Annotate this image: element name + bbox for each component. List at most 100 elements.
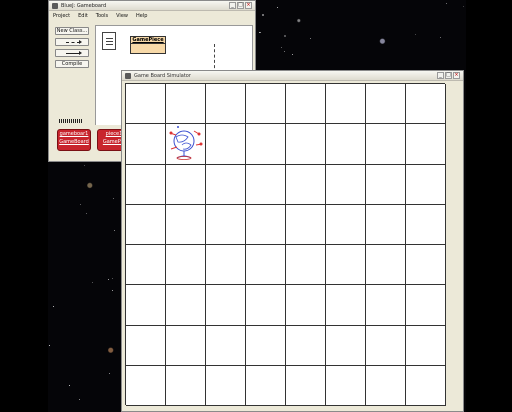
bluej-toolbar: New Class... Compile	[55, 27, 89, 71]
board-cell[interactable]	[126, 84, 166, 125]
board-cell[interactable]	[166, 285, 206, 326]
board-cell[interactable]	[246, 124, 286, 165]
board-cell[interactable]	[286, 325, 326, 366]
maximize-icon[interactable]: □	[237, 2, 244, 9]
board-cell[interactable]	[406, 285, 446, 326]
board-cell[interactable]	[406, 164, 446, 205]
uses-arrow-button[interactable]	[55, 38, 89, 46]
board-cell[interactable]	[126, 285, 166, 326]
board-cell[interactable]	[286, 365, 326, 406]
board-cell[interactable]	[246, 245, 286, 286]
board-cell[interactable]	[246, 84, 286, 125]
board-cell[interactable]	[366, 325, 406, 366]
board-cell[interactable]	[406, 325, 446, 366]
close-icon[interactable]: ×	[245, 2, 252, 9]
minimize-icon[interactable]: _	[229, 2, 236, 9]
readme-icon[interactable]	[102, 32, 116, 50]
board-cell[interactable]	[366, 365, 406, 406]
board-cell[interactable]	[126, 245, 166, 286]
board-cell[interactable]	[326, 245, 366, 286]
board-cell[interactable]	[326, 124, 366, 165]
object-type: GameBoard	[59, 139, 89, 145]
board-cell[interactable]	[206, 365, 246, 406]
board-cell[interactable]	[126, 124, 166, 165]
gameboard-window-controls: _ □ ×	[437, 72, 460, 79]
board-cell[interactable]	[246, 204, 286, 245]
maximize-icon[interactable]: □	[445, 72, 452, 79]
board-cell[interactable]	[126, 365, 166, 406]
board-cell[interactable]	[206, 84, 246, 125]
board-cell[interactable]	[206, 204, 246, 245]
gameboard-title: Game Board Simulator	[134, 72, 191, 79]
board-cell[interactable]	[406, 124, 446, 165]
bluej-menubar: Project Edit Tools View Help	[49, 11, 255, 20]
board-cell[interactable]	[166, 84, 206, 125]
board-cell[interactable]	[126, 164, 166, 205]
star	[112, 277, 114, 279]
board-cell[interactable]	[286, 204, 326, 245]
close-icon[interactable]: ×	[453, 72, 460, 79]
board-cell[interactable]	[366, 204, 406, 245]
menu-help[interactable]: Help	[136, 13, 147, 19]
star	[310, 37, 312, 39]
board-cell[interactable]	[326, 164, 366, 205]
menu-edit[interactable]: Edit	[78, 13, 88, 19]
board-cell[interactable]	[286, 84, 326, 125]
menu-project[interactable]: Project	[53, 13, 70, 19]
board-cell[interactable]	[286, 245, 326, 286]
star	[283, 50, 285, 52]
board-cell[interactable]	[366, 84, 406, 125]
board-cell[interactable]	[246, 325, 286, 366]
java-logo-icon	[125, 72, 131, 79]
board-cell[interactable]	[206, 325, 246, 366]
board-cell[interactable]	[326, 285, 366, 326]
class-name: GamePiece	[131, 37, 165, 44]
board-cell[interactable]	[366, 164, 406, 205]
board-cell[interactable]	[406, 365, 446, 406]
board-cell[interactable]	[366, 245, 406, 286]
globe-icon[interactable]	[168, 125, 204, 163]
star	[49, 345, 51, 347]
star	[262, 14, 264, 17]
board-cell[interactable]	[366, 124, 406, 165]
board-cell[interactable]	[166, 204, 206, 245]
menu-view[interactable]: View	[116, 13, 128, 19]
board-cell[interactable]	[246, 365, 286, 406]
board-cell[interactable]	[246, 164, 286, 205]
board-cell[interactable]	[406, 245, 446, 286]
board-cell[interactable]	[166, 365, 206, 406]
board-cell[interactable]	[326, 204, 366, 245]
board-cell[interactable]	[206, 245, 246, 286]
inherits-arrow-button[interactable]	[55, 49, 89, 57]
compile-button[interactable]: Compile	[55, 60, 89, 68]
board-cell[interactable]	[366, 285, 406, 326]
object-gameboard[interactable]: gameboar1 GameBoard	[57, 129, 91, 151]
board-cell[interactable]	[406, 84, 446, 125]
board-cell[interactable]	[126, 204, 166, 245]
gameboard-titlebar[interactable]: Game Board Simulator _ □ ×	[122, 71, 463, 81]
star	[281, 47, 283, 49]
bluej-window-controls: _ □ ×	[229, 2, 252, 9]
board-cell[interactable]	[206, 164, 246, 205]
board-cell[interactable]	[206, 124, 246, 165]
board-cell[interactable]	[126, 325, 166, 366]
board-cell[interactable]	[286, 285, 326, 326]
object-bench-divider[interactable]	[59, 119, 83, 123]
minimize-icon[interactable]: _	[437, 72, 444, 79]
class-box-gamepiece[interactable]: GamePiece	[130, 36, 166, 54]
bluej-titlebar[interactable]: BlueJ: Gameboard _ □ ×	[49, 1, 255, 11]
board-cell[interactable]	[406, 204, 446, 245]
board-cell[interactable]	[286, 124, 326, 165]
board-cell[interactable]	[166, 325, 206, 366]
board-cell[interactable]	[206, 285, 246, 326]
board-cell[interactable]	[326, 365, 366, 406]
menu-tools[interactable]: Tools	[96, 13, 108, 19]
star	[291, 54, 293, 56]
board-cell[interactable]	[246, 285, 286, 326]
board-cell[interactable]	[166, 245, 206, 286]
board-cell[interactable]	[326, 325, 366, 366]
board-cell[interactable]	[286, 164, 326, 205]
new-class-button[interactable]: New Class...	[55, 27, 89, 35]
board-cell[interactable]	[166, 164, 206, 205]
board-cell[interactable]	[326, 84, 366, 125]
